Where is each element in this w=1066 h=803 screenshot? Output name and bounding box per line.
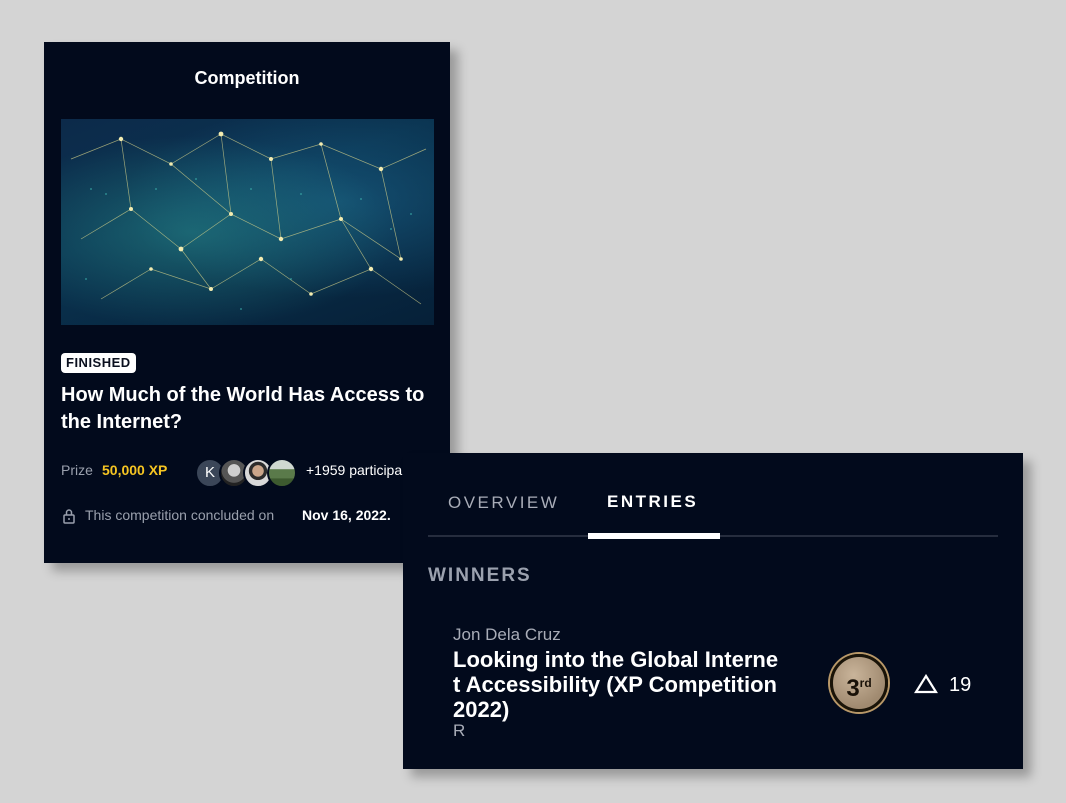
entry-author[interactable]: Jon Dela Cruz: [453, 625, 561, 645]
concluded-text: This competition concluded on: [85, 507, 275, 523]
upvote-triangle-icon[interactable]: [914, 673, 938, 699]
prize-value: 50,000 XP: [102, 462, 168, 478]
entry-title-continuation: R: [453, 721, 466, 740]
card-header-title: Competition: [194, 68, 300, 88]
rank-number: 3: [846, 675, 860, 702]
tab-entries[interactable]: ENTRIES: [607, 492, 698, 512]
prize-label: Prize: [61, 462, 93, 478]
competition-card[interactable]: Competition FINISHED How Much of the Wor…: [44, 42, 450, 563]
active-tab-indicator: [588, 533, 720, 539]
winners-heading: WINNERS: [428, 565, 532, 586]
rank-suffix: rd: [859, 676, 872, 690]
entry-title[interactable]: Looking into the Global Internet Accessi…: [453, 647, 783, 722]
entries-panel: OVERVIEW ENTRIES WINNERS Jon Dela Cruz L…: [403, 453, 1023, 769]
rank-badge: 3rd: [830, 654, 888, 712]
status-badge: FINISHED: [61, 353, 136, 373]
competition-banner-image: [61, 119, 434, 325]
concluded-date: Nov 16, 2022.: [302, 507, 391, 523]
lock-icon: [62, 508, 76, 529]
tab-overview[interactable]: OVERVIEW: [448, 493, 559, 513]
upvote-count: 19: [949, 674, 972, 696]
competition-title[interactable]: How Much of the World Has Access to the …: [61, 382, 431, 436]
avatar[interactable]: [267, 458, 297, 488]
